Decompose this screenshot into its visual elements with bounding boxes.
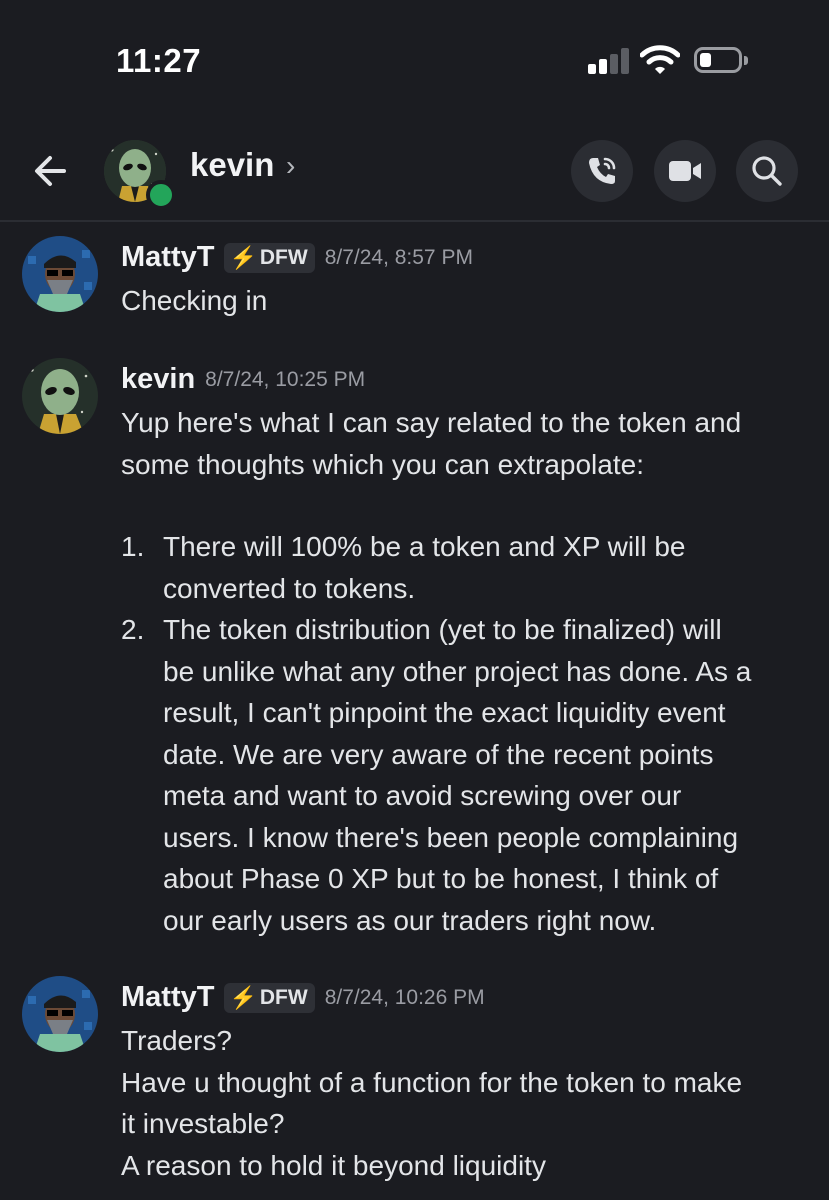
message-header: MattyT ⚡ DFW 8/7/24, 8:57 PM <box>121 241 473 274</box>
message-header: kevin 8/7/24, 10:25 PM <box>121 363 365 396</box>
wifi-icon <box>640 45 680 74</box>
lightning-icon: ⚡ <box>229 984 257 1010</box>
battery-icon <box>694 47 748 73</box>
list-item: 2. The token distribution (yet to be fin… <box>121 609 811 941</box>
list-line: date. We are very aware of the recent po… <box>163 738 714 770</box>
list-line: There will 100% be a token and XP will b… <box>163 531 686 562</box>
message-line: Yup here's what I can say related to the… <box>121 407 742 438</box>
list-line: meta and want to avoid screwing over our <box>163 780 682 811</box>
username[interactable]: kevin <box>121 363 195 396</box>
avatar[interactable] <box>22 976 98 1052</box>
numbered-list: 1. There will 100% be a token and XP wil… <box>121 526 811 941</box>
online-status-dot <box>146 180 176 210</box>
message-line: Checking in <box>121 285 268 316</box>
list-line: about Phase 0 XP but to be honest, I thi… <box>163 863 719 894</box>
search-button[interactable] <box>736 140 798 202</box>
list-line: be unlike what any other project has don… <box>163 655 752 687</box>
guild-tag-label: DFW <box>259 245 308 269</box>
list-line: result, I can't pinpoint the exact liqui… <box>163 697 726 728</box>
list-line: our early users as our traders right now… <box>163 904 657 936</box>
timestamp: 8/7/24, 8:57 PM <box>324 245 473 269</box>
message-line: Have u thought of a function for the tok… <box>121 1066 743 1098</box>
list-number: 1. <box>121 531 145 562</box>
list-line: The token distribution (yet to be finali… <box>163 614 722 645</box>
phone-call-icon <box>589 157 616 184</box>
message-text: Traders? Have u thought of a function fo… <box>121 1020 742 1186</box>
search-icon <box>752 156 782 186</box>
avatar[interactable] <box>22 358 98 434</box>
timestamp: 8/7/24, 10:25 PM <box>205 367 366 391</box>
message-line: A reason to hold it beyond liquidity <box>121 1149 546 1181</box>
chat-header: kevin › <box>0 128 829 222</box>
video-call-button[interactable] <box>654 140 716 202</box>
channel-name[interactable]: kevin <box>190 146 274 184</box>
message-line: Traders? <box>121 1025 233 1056</box>
avatar[interactable] <box>22 236 98 312</box>
message-line: some thoughts which you can extrapolate: <box>121 448 644 480</box>
guild-tag-label: DFW <box>259 985 308 1009</box>
status-time: 11:27 <box>116 42 202 79</box>
back-arrow-icon[interactable] <box>28 148 80 194</box>
message[interactable]: kevin 8/7/24, 10:25 PM Yup here's what I… <box>0 352 829 952</box>
chevron-right-icon[interactable]: › <box>286 150 295 182</box>
list-item: 1. There will 100% be a token and XP wil… <box>121 526 811 609</box>
username[interactable]: MattyT <box>121 981 214 1014</box>
guild-tag[interactable]: ⚡ DFW <box>224 242 315 273</box>
list-line: users. I know there's been people compla… <box>163 821 739 853</box>
status-bar: 11:27 <box>0 0 829 120</box>
list-number: 2. <box>121 614 145 645</box>
message[interactable]: MattyT ⚡ DFW 8/7/24, 10:26 PM Traders? Ha… <box>0 970 829 1200</box>
message-text: Yup here's what I can say related to the… <box>121 402 741 485</box>
video-camera-icon <box>669 161 701 181</box>
message-line: it investable? <box>121 1108 285 1139</box>
message[interactable]: MattyT ⚡ DFW 8/7/24, 8:57 PM Checking in <box>0 230 829 330</box>
username[interactable]: MattyT <box>121 241 214 274</box>
message-header: MattyT ⚡ DFW 8/7/24, 10:26 PM <box>121 981 485 1014</box>
call-button[interactable] <box>571 140 633 202</box>
guild-tag[interactable]: ⚡ DFW <box>224 982 315 1013</box>
list-line: converted to tokens. <box>163 572 416 604</box>
message-text: Checking in <box>121 280 267 322</box>
timestamp: 8/7/24, 10:26 PM <box>324 985 485 1009</box>
lightning-icon: ⚡ <box>229 244 257 270</box>
cellular-signal-icon <box>588 48 630 74</box>
